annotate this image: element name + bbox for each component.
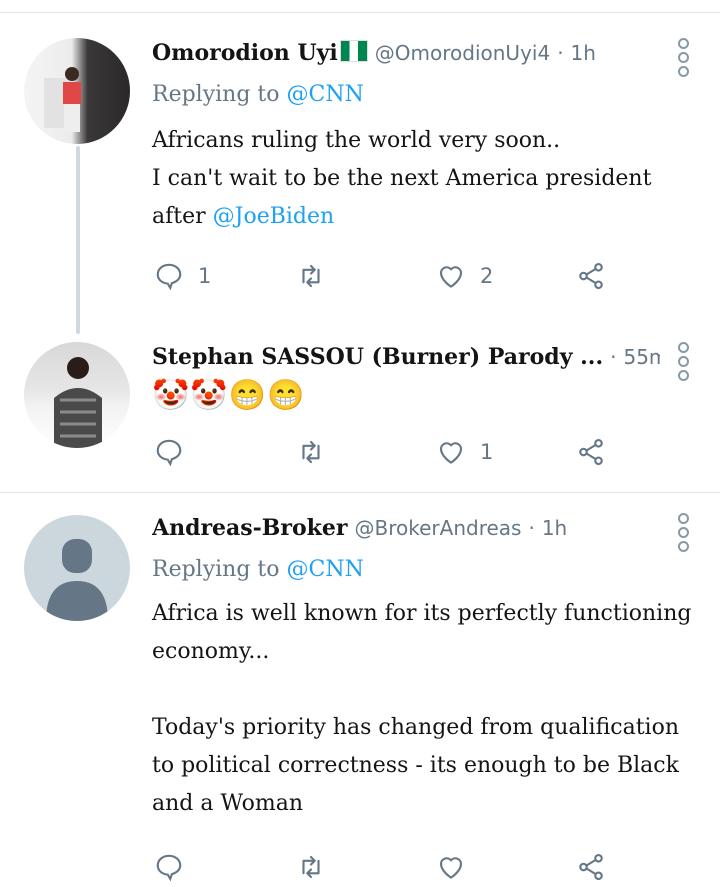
retweet-button[interactable] [296, 256, 340, 296]
tweet-paragraph: Today's priority has changed from qualif… [152, 715, 679, 816]
separator-dot: · [528, 516, 535, 540]
tweet-text: Africans ruling the world very soon.. I … [152, 122, 697, 236]
timestamp[interactable]: 55m [623, 345, 660, 369]
reply-icon [156, 439, 182, 467]
like-count: 1 [480, 440, 494, 464]
replying-to-mention[interactable]: @CNN [287, 82, 364, 107]
display-name[interactable]: Omorodion Uyi [152, 40, 338, 66]
user-handle[interactable]: @BrokerAndreas [355, 516, 522, 540]
heart-icon [439, 857, 463, 879]
avatar[interactable] [24, 515, 130, 621]
tweet-actions: 1 [152, 432, 622, 472]
separator-dot: · [557, 41, 564, 65]
mention-link[interactable]: @JoeBiden [213, 204, 335, 229]
tweet-text-line: I can't wait to be the next America pres… [152, 166, 652, 191]
replying-to: Replying to @CNN [152, 555, 364, 585]
tweet-text-line: Africans ruling the world very soon.. [152, 128, 561, 153]
tweet-text-line: after @JoeBiden [152, 198, 697, 236]
more-vertical-icon[interactable] [678, 513, 690, 555]
tweet-header: Stephan SASSOU (Burner) Parody ... · 55m [152, 342, 660, 373]
tweet-omorodion[interactable]: Omorodion Uyi @OmorodionUyi4 · 1h Replyi… [0, 0, 720, 330]
tweet-header: Andreas-Broker @BrokerAndreas · 1h [152, 513, 660, 544]
replying-to-mention[interactable]: @CNN [287, 557, 364, 582]
share-icon [579, 853, 603, 881]
retweet-icon [302, 264, 320, 288]
like-button[interactable]: 2 [436, 256, 493, 296]
retweet-button[interactable] [296, 432, 340, 472]
display-name[interactable]: Andreas-Broker [152, 515, 348, 541]
share-icon [579, 262, 603, 290]
share-button[interactable] [576, 432, 606, 472]
reply-button[interactable] [154, 432, 198, 472]
reply-button[interactable] [154, 847, 198, 887]
retweet-icon [302, 440, 320, 464]
reply-icon [156, 263, 182, 291]
share-icon [579, 438, 603, 466]
retweet-icon [302, 855, 320, 879]
separator-dot: · [610, 345, 617, 369]
tweet-emojis: 🤡🤡😁😁 [152, 378, 306, 413]
avatar[interactable] [24, 38, 130, 144]
tweet-header: Omorodion Uyi @OmorodionUyi4 · 1h [152, 38, 660, 69]
retweet-button[interactable] [296, 847, 340, 887]
tweet-text: Africa is well known for its perfectly f… [152, 595, 697, 823]
more-vertical-icon[interactable] [678, 38, 690, 80]
like-button[interactable] [436, 847, 480, 887]
reply-count: 1 [198, 264, 212, 288]
more-vertical-icon[interactable] [678, 342, 690, 384]
like-button[interactable]: 1 [436, 432, 493, 472]
tweet-text-fragment: after [152, 204, 213, 229]
replying-to: Replying to @CNN [152, 80, 364, 110]
avatar[interactable] [24, 342, 130, 448]
user-handle[interactable]: @OmorodionUyi4 [375, 41, 550, 65]
nigeria-flag-icon [339, 40, 368, 62]
tweet-actions: 1 2 [152, 256, 622, 296]
heart-icon [439, 442, 463, 464]
reply-button[interactable]: 1 [154, 256, 211, 296]
share-button[interactable] [576, 847, 606, 887]
reply-icon [156, 854, 182, 882]
tweet-paragraph: Africa is well known for its perfectly f… [152, 601, 692, 664]
tweet-actions [152, 847, 622, 887]
heart-icon [439, 266, 463, 288]
tweet-stephan[interactable]: Stephan SASSOU (Burner) Parody ... · 55m… [0, 330, 720, 492]
like-count: 2 [480, 264, 494, 288]
share-button[interactable] [576, 256, 606, 296]
tweet-andreas[interactable]: Andreas-Broker @BrokerAndreas · 1h Reply… [0, 493, 720, 885]
timestamp[interactable]: 1h [571, 41, 596, 65]
timestamp[interactable]: 1h [542, 516, 567, 540]
display-name[interactable]: Stephan SASSOU (Burner) Parody ... [152, 344, 603, 370]
replying-to-label: Replying to [152, 557, 287, 582]
replying-to-label: Replying to [152, 82, 287, 107]
